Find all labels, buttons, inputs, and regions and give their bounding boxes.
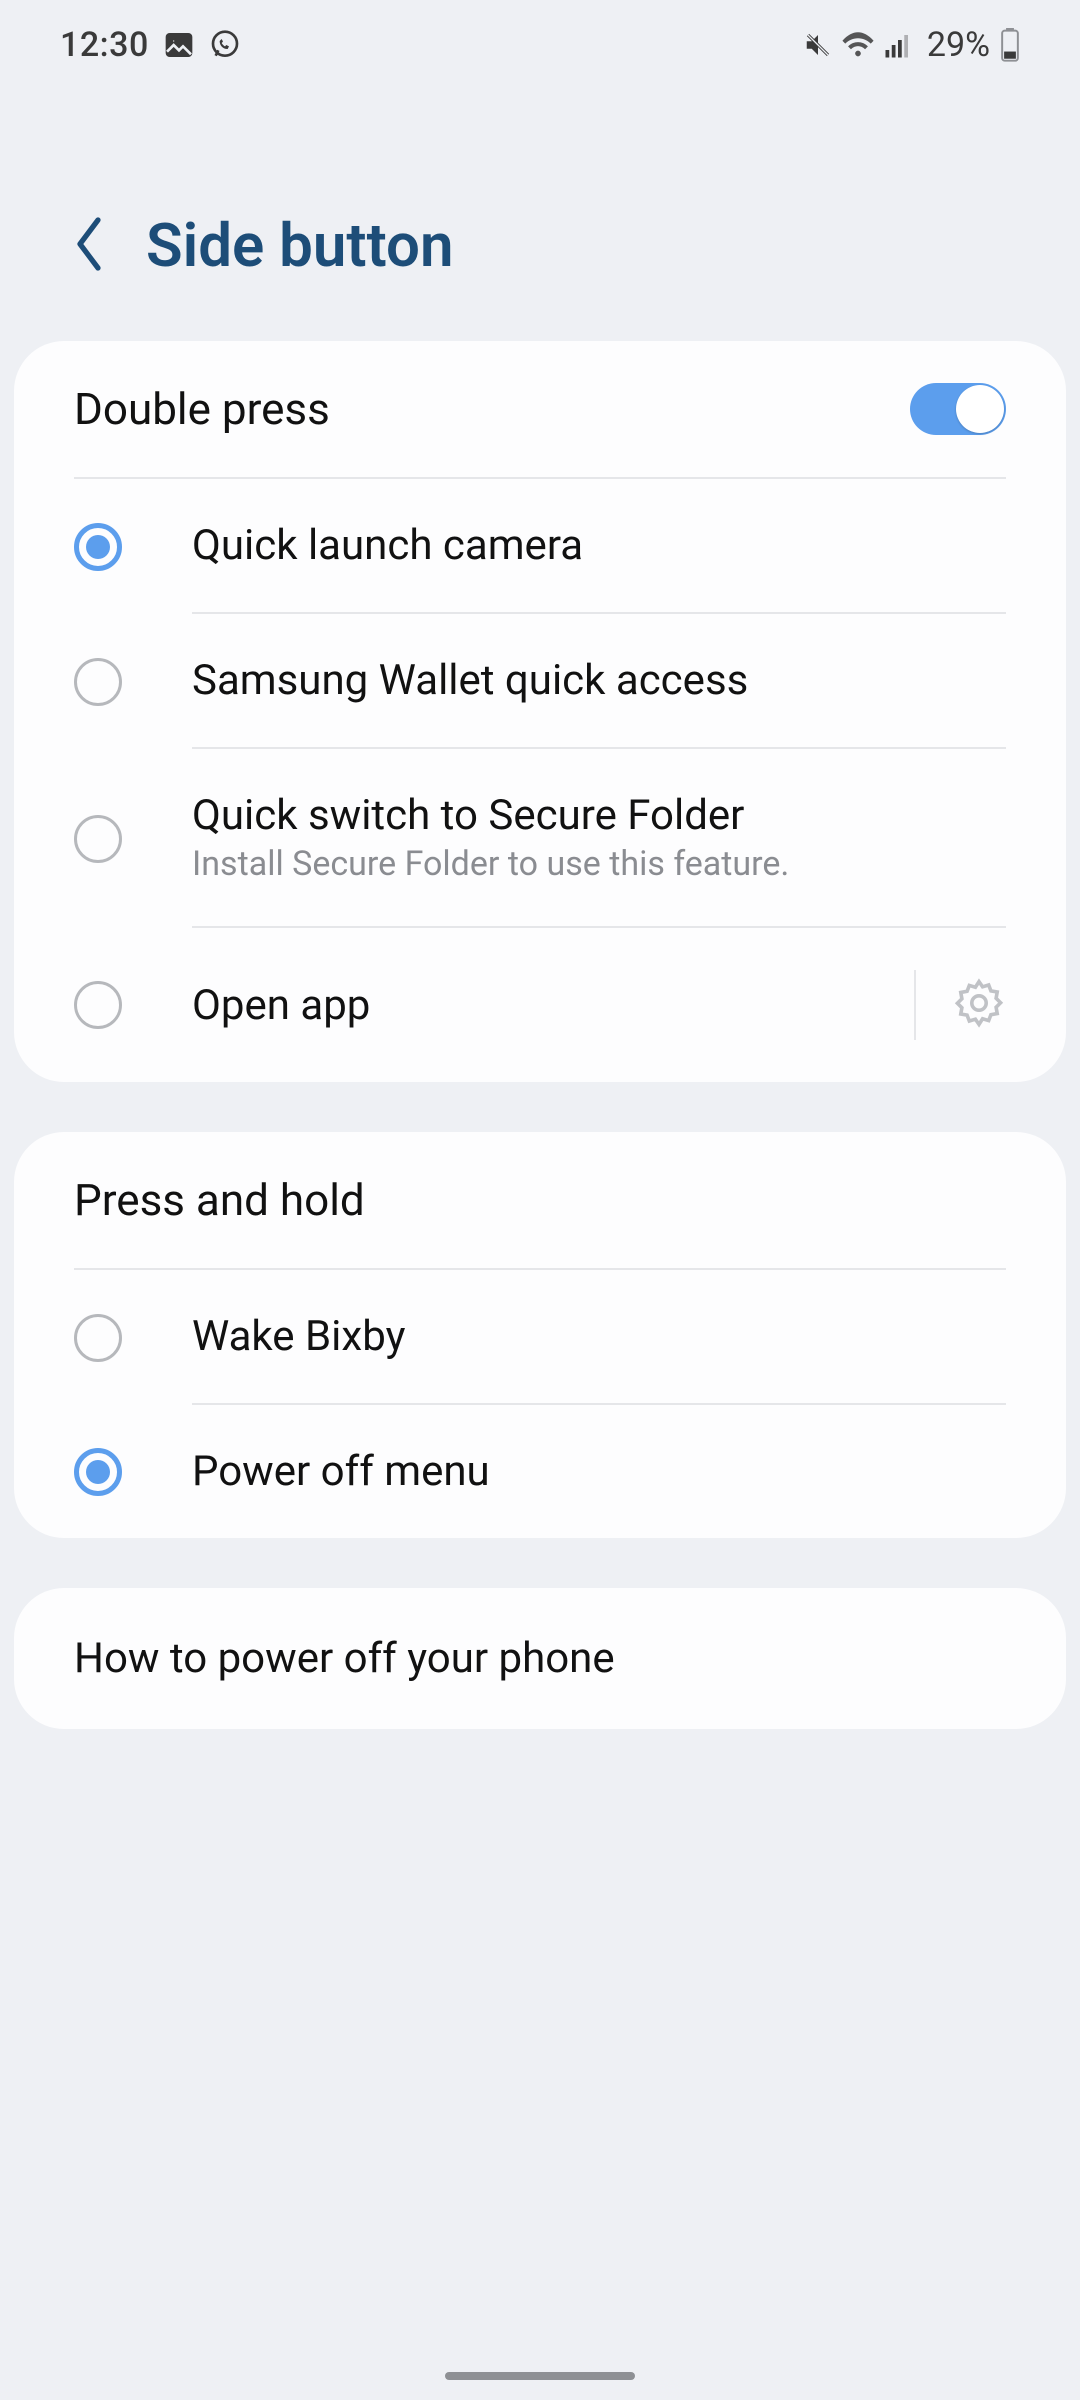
page-header: Side button xyxy=(0,90,1080,341)
press-hold-title: Press and hold xyxy=(74,1174,365,1226)
how-to-card[interactable]: How to power off your phone xyxy=(14,1588,1066,1729)
battery-text: 29% xyxy=(927,25,990,65)
image-icon xyxy=(163,29,195,61)
option-label: Open app xyxy=(192,981,370,1030)
whatsapp-icon xyxy=(209,29,241,61)
option-samsung-wallet[interactable]: Samsung Wallet quick access xyxy=(14,614,1066,749)
radio-icon xyxy=(74,1448,122,1496)
radio-icon xyxy=(74,981,122,1029)
option-sublabel: Install Secure Folder to use this featur… xyxy=(192,844,789,884)
option-label: Samsung Wallet quick access xyxy=(192,656,748,705)
home-indicator[interactable] xyxy=(445,2372,635,2380)
vertical-separator xyxy=(914,970,916,1040)
option-label: Wake Bixby xyxy=(192,1312,405,1361)
double-press-title: Double press xyxy=(74,383,330,435)
status-bar: 12:30 29% xyxy=(0,0,1080,90)
option-label: Power off menu xyxy=(192,1447,490,1496)
battery-icon xyxy=(1000,28,1020,62)
option-power-off-menu[interactable]: Power off menu xyxy=(14,1405,1066,1538)
option-label: Quick switch to Secure Folder xyxy=(192,791,789,840)
radio-icon xyxy=(74,523,122,571)
mute-icon xyxy=(803,30,833,60)
wifi-icon xyxy=(841,30,875,60)
radio-icon xyxy=(74,1314,122,1362)
how-to-power-off[interactable]: How to power off your phone xyxy=(14,1588,1066,1729)
option-quick-launch-camera[interactable]: Quick launch camera xyxy=(14,479,1066,614)
option-wake-bixby[interactable]: Wake Bixby xyxy=(14,1270,1066,1405)
press-hold-card: Press and hold Wake Bixby Power off menu xyxy=(14,1132,1066,1538)
radio-icon xyxy=(74,815,122,863)
status-right: 29% xyxy=(803,25,1020,65)
double-press-header[interactable]: Double press xyxy=(14,341,1066,477)
back-icon[interactable] xyxy=(70,214,108,278)
signal-icon xyxy=(883,30,913,60)
option-secure-folder[interactable]: Quick switch to Secure Folder Install Se… xyxy=(14,749,1066,928)
gear-icon[interactable] xyxy=(952,976,1006,1034)
double-press-card: Double press Quick launch camera Samsung… xyxy=(14,341,1066,1082)
radio-icon xyxy=(74,658,122,706)
double-press-toggle[interactable] xyxy=(910,383,1006,435)
how-to-label: How to power off your phone xyxy=(74,1634,615,1683)
page-title: Side button xyxy=(146,210,453,281)
option-label: Quick launch camera xyxy=(192,521,583,570)
press-hold-header: Press and hold xyxy=(14,1132,1066,1268)
status-left: 12:30 xyxy=(60,25,241,65)
status-time: 12:30 xyxy=(60,25,149,65)
option-open-app[interactable]: Open app xyxy=(14,928,1066,1082)
